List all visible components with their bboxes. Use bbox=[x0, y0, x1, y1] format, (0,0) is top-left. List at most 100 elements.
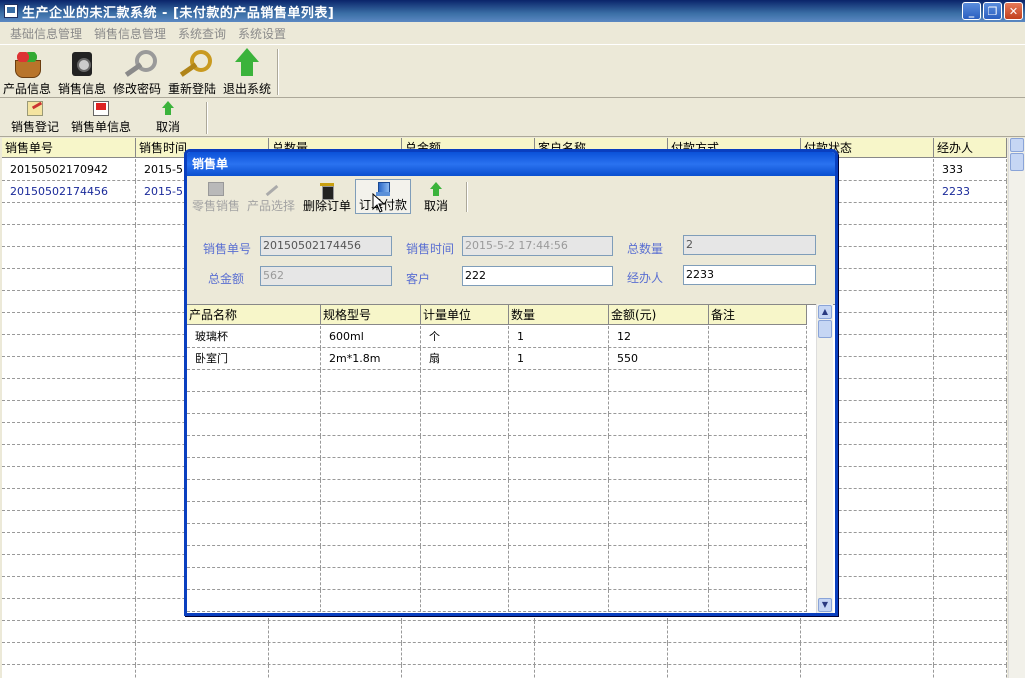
empty-cell bbox=[2, 379, 136, 401]
sales-order-info-label: 销售单信息 bbox=[70, 120, 131, 134]
delete-order-button[interactable]: 删除订单 bbox=[302, 182, 352, 214]
change-password-label: 修改密码 bbox=[112, 82, 161, 96]
sales-info-button[interactable]: 销售信息 bbox=[57, 47, 107, 97]
empty-cell bbox=[934, 313, 1007, 335]
menu-system-settings[interactable]: 系统设置 bbox=[232, 25, 292, 42]
empty-cell bbox=[2, 599, 136, 621]
empty-cell bbox=[321, 524, 421, 546]
item-row[interactable]: 卧室门 2m*1.8m 扇 1 550 bbox=[187, 348, 807, 370]
empty-cell bbox=[421, 524, 509, 546]
empty-cell bbox=[2, 665, 136, 678]
order-no-field[interactable]: 20150502174456 bbox=[260, 236, 392, 256]
empty-cell bbox=[421, 546, 509, 568]
empty-cell bbox=[2, 247, 136, 269]
empty-cell bbox=[421, 568, 509, 590]
col-order-no[interactable]: 销售单号 bbox=[2, 138, 136, 158]
note-icon bbox=[27, 101, 43, 116]
empty-row bbox=[187, 458, 807, 480]
relogin-button[interactable]: 重新登陆 bbox=[167, 47, 217, 97]
sales-order-info-button[interactable]: 销售单信息 bbox=[70, 101, 132, 135]
empty-cell bbox=[934, 203, 1007, 225]
col-amount-yuan[interactable]: 金额(元) bbox=[609, 305, 709, 325]
menu-system-query[interactable]: 系统查询 bbox=[172, 25, 232, 42]
total-qty-field[interactable]: 2 bbox=[683, 235, 816, 255]
product-select-button[interactable]: 产品选择 bbox=[246, 182, 296, 214]
empty-cell bbox=[187, 480, 321, 502]
items-grid-header: 产品名称 规格型号 计量单位 数量 金额(元) 备注 bbox=[187, 305, 807, 325]
basket-icon bbox=[11, 48, 43, 78]
cell-amount: 12 bbox=[609, 326, 709, 348]
col-spec[interactable]: 规格型号 bbox=[321, 305, 421, 325]
empty-cell bbox=[509, 370, 609, 392]
retail-sale-label: 零售销售 bbox=[191, 199, 240, 213]
customer-field[interactable]: 222 bbox=[462, 266, 613, 286]
empty-cell bbox=[187, 524, 321, 546]
empty-cell bbox=[609, 436, 709, 458]
order-items-grid[interactable]: 产品名称 规格型号 计量单位 数量 金额(元) 备注 玻璃杯 600ml 个 1… bbox=[187, 304, 835, 613]
grid-scrollbar[interactable] bbox=[1008, 138, 1025, 678]
empty-cell bbox=[269, 665, 402, 678]
empty-cell bbox=[509, 590, 609, 612]
menu-sales-info[interactable]: 销售信息管理 bbox=[88, 25, 172, 42]
change-password-button[interactable]: 修改密码 bbox=[112, 47, 162, 97]
empty-cell bbox=[609, 370, 709, 392]
app-window: 生产企业的未汇款系统 - [未付款的产品销售单列表] _ ❐ ✕ 基础信息管理 … bbox=[0, 0, 1025, 678]
empty-cell bbox=[934, 467, 1007, 489]
empty-cell bbox=[709, 370, 807, 392]
product-info-button[interactable]: 产品信息 bbox=[2, 47, 52, 97]
scroll-thumb[interactable] bbox=[818, 320, 832, 338]
empty-cell bbox=[709, 590, 807, 612]
empty-cell bbox=[535, 643, 668, 665]
empty-cell bbox=[934, 599, 1007, 621]
handler-field[interactable]: 2233 bbox=[683, 265, 816, 285]
empty-cell bbox=[2, 313, 136, 335]
empty-cell bbox=[421, 392, 509, 414]
cell-handler: 333 bbox=[934, 159, 1007, 181]
empty-cell bbox=[2, 577, 136, 599]
scroll-up-button[interactable]: ▲ bbox=[818, 305, 832, 319]
up-arrow-icon bbox=[231, 48, 263, 78]
toolbar-separator bbox=[206, 102, 208, 134]
empty-cell bbox=[321, 590, 421, 612]
empty-cell bbox=[709, 480, 807, 502]
item-row[interactable]: 玻璃杯 600ml 个 1 12 bbox=[187, 326, 807, 348]
dialog-cancel-button[interactable]: 取消 bbox=[421, 182, 451, 214]
col-note[interactable]: 备注 bbox=[709, 305, 807, 325]
empty-cell bbox=[509, 524, 609, 546]
col-product-name[interactable]: 产品名称 bbox=[187, 305, 321, 325]
col-quantity[interactable]: 数量 bbox=[509, 305, 609, 325]
empty-cell bbox=[934, 445, 1007, 467]
menu-basic-info[interactable]: 基础信息管理 bbox=[4, 25, 88, 42]
minimize-button[interactable]: _ bbox=[962, 2, 981, 20]
empty-cell bbox=[934, 379, 1007, 401]
exit-system-button[interactable]: 退出系统 bbox=[222, 47, 272, 97]
empty-cell bbox=[187, 392, 321, 414]
sale-time-field[interactable]: 2015-5-2 17:44:56 bbox=[462, 236, 613, 256]
cancel-toolbar-button[interactable]: 取消 bbox=[150, 101, 186, 135]
empty-cell bbox=[269, 621, 402, 643]
empty-row bbox=[187, 502, 807, 524]
empty-cell bbox=[509, 546, 609, 568]
empty-cell bbox=[509, 480, 609, 502]
restore-button[interactable]: ❐ bbox=[983, 2, 1002, 20]
key-icon bbox=[121, 48, 157, 78]
sales-register-button[interactable]: 销售登记 bbox=[8, 101, 62, 135]
empty-cell bbox=[801, 621, 934, 643]
empty-row bbox=[2, 643, 1007, 665]
scroll-up-button[interactable] bbox=[1010, 138, 1024, 152]
items-scrollbar[interactable]: ▲ ▼ bbox=[816, 304, 833, 613]
toolbar-separator bbox=[466, 182, 468, 212]
col-unit[interactable]: 计量单位 bbox=[421, 305, 509, 325]
total-amount-field[interactable]: 562 bbox=[260, 266, 392, 286]
scroll-down-button[interactable]: ▼ bbox=[818, 598, 832, 612]
empty-cell bbox=[2, 445, 136, 467]
retail-sale-button[interactable]: 零售销售 bbox=[191, 182, 241, 214]
col-handler[interactable]: 经办人 bbox=[934, 138, 1007, 158]
app-icon bbox=[4, 4, 18, 18]
sale-time-label: 销售时间 bbox=[406, 242, 455, 256]
scroll-thumb[interactable] bbox=[1010, 153, 1024, 171]
empty-cell bbox=[187, 370, 321, 392]
empty-cell bbox=[709, 414, 807, 436]
cell-unit: 个 bbox=[421, 326, 509, 348]
close-button[interactable]: ✕ bbox=[1004, 2, 1023, 20]
